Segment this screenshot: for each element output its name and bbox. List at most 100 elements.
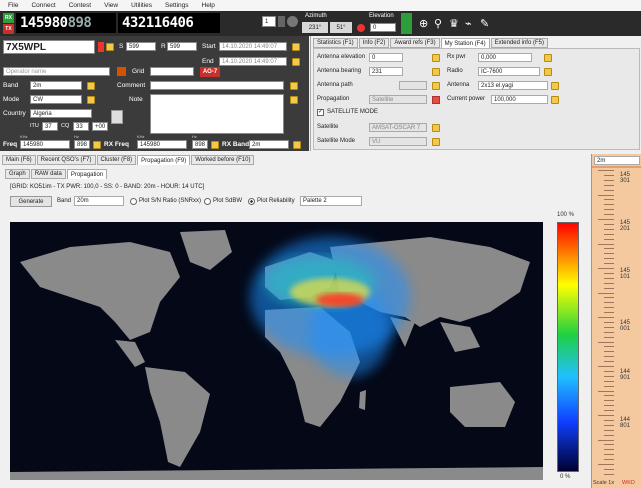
band-select[interactable]: 2m	[30, 81, 82, 90]
menu-contest[interactable]: Contest	[69, 2, 91, 9]
tab-my-station[interactable]: My Station (F4)	[440, 38, 490, 48]
subtab-propagation[interactable]: Propagation	[66, 169, 108, 179]
satellite-label: Satellite	[317, 124, 339, 130]
lock-icon[interactable]	[106, 43, 114, 51]
freq-hz-input[interactable]: 898	[74, 140, 90, 149]
scale-minor-tick	[604, 380, 614, 382]
mode-select[interactable]: CW	[30, 95, 82, 104]
satellite-mode-checkbox[interactable]: ✓	[317, 109, 324, 116]
operator-name-input[interactable]: Operator name	[3, 67, 110, 76]
antenna-path-lock-icon[interactable]	[432, 82, 440, 90]
scale-minor-tick	[598, 243, 614, 245]
satellite-icon[interactable]: ⌁	[465, 17, 472, 30]
scale-band-select[interactable]: 2m	[594, 156, 640, 165]
freq-khz-input[interactable]: 145980	[20, 140, 70, 149]
rst-sent-input[interactable]: 599	[126, 42, 156, 51]
propagation-map[interactable]	[10, 222, 543, 480]
note-lock-icon[interactable]	[290, 96, 298, 104]
antenna-path-select[interactable]	[399, 81, 427, 90]
propagation-select[interactable]: Satellite	[369, 95, 427, 104]
subtab-raw-data[interactable]: RAW data	[30, 169, 66, 179]
band-lock-icon[interactable]	[87, 82, 95, 90]
rst-rcvd-input[interactable]: 599	[167, 42, 197, 51]
channel-spin-buttons[interactable]	[278, 16, 285, 27]
itu-input[interactable]: 37	[42, 122, 58, 131]
current-power-lock-icon[interactable]	[551, 96, 559, 104]
satellite-mode-lock-icon[interactable]	[432, 138, 440, 146]
elevation-input[interactable]: 0	[370, 23, 396, 32]
globe-icon[interactable]: ⊕	[419, 17, 428, 30]
grid-input[interactable]	[150, 67, 194, 76]
generate-button[interactable]: Generate	[10, 196, 52, 207]
current-power-input[interactable]: 100,000	[491, 95, 548, 104]
comment-lock-icon[interactable]	[290, 82, 298, 90]
radio-plot-sdbw[interactable]	[204, 198, 211, 205]
radio-plot-sn[interactable]	[130, 198, 137, 205]
menu-connect[interactable]: Connect	[31, 2, 55, 9]
stop-rotor-icon[interactable]	[357, 24, 365, 32]
antenna-bearing-lock-icon[interactable]	[432, 68, 440, 76]
rx-band-select[interactable]: 2m	[249, 140, 289, 149]
start-lock-icon[interactable]	[292, 43, 300, 51]
antenna-elevation-lock-icon[interactable]	[432, 54, 440, 62]
end-time-input[interactable]: 14.10.2020 14:49:07	[219, 57, 287, 66]
scale-minor-tick	[598, 219, 614, 220]
start-time-input[interactable]: 14.10.2020 14:49:07	[219, 42, 287, 51]
country-select[interactable]: Algeria	[30, 109, 92, 118]
menu-help[interactable]: Help	[202, 2, 215, 9]
satellite-select[interactable]: AMSAT-OSCAR 7	[369, 123, 427, 132]
callsign-input[interactable]: 7X5WPL	[3, 40, 95, 54]
rx-freq-lock-icon[interactable]	[211, 141, 219, 149]
antenna-select[interactable]: 2x13 el.yagi	[478, 81, 548, 90]
tower-icon[interactable]: ⚲	[434, 17, 442, 30]
tools-icon[interactable]: ✎	[480, 17, 489, 30]
radio-plot-reliability[interactable]	[248, 198, 255, 205]
qsl-card-icon[interactable]	[111, 110, 123, 124]
tab-cluster[interactable]: Cluster (F8)	[96, 155, 137, 165]
antenna-bearing-input[interactable]: 231	[369, 67, 403, 76]
track-toggle-button[interactable]	[401, 13, 412, 34]
end-lock-icon[interactable]	[292, 58, 300, 66]
propagation-clear-icon[interactable]	[432, 96, 440, 104]
tab-statistics[interactable]: Statistics (F1)	[313, 38, 358, 48]
rx-freq-hz-input[interactable]: 898	[192, 140, 208, 149]
gear-icon[interactable]	[287, 16, 298, 27]
palette-select[interactable]: Palette 2	[300, 196, 362, 206]
satellite-mode-select[interactable]: VU	[369, 137, 427, 146]
subtab-graph[interactable]: Graph	[5, 169, 30, 179]
mode-lock-icon[interactable]	[87, 96, 95, 104]
radio-lock-icon[interactable]	[544, 68, 552, 76]
rx-freq-khz-input[interactable]: 145980	[137, 140, 187, 149]
tab-info[interactable]: Info (F2)	[358, 38, 390, 48]
qrz-lookup-icon[interactable]	[117, 67, 126, 76]
tab-propagation[interactable]: Propagation (F9)	[137, 155, 191, 165]
current-power-label: Current power	[447, 96, 486, 102]
prop-band-select[interactable]: 20m	[74, 196, 124, 206]
menu-settings[interactable]: Settings	[165, 2, 189, 9]
tab-main[interactable]: Main (F6)	[2, 155, 36, 165]
tx-indicator[interactable]: TX	[3, 24, 14, 34]
utc-offset-input[interactable]: +00	[92, 122, 108, 131]
menu-utilities[interactable]: Utilities	[131, 2, 152, 9]
comment-input[interactable]	[150, 81, 284, 90]
tab-worked-before[interactable]: Worked before (F10)	[191, 155, 255, 165]
rx-band-lock-icon[interactable]	[293, 141, 301, 149]
cq-input[interactable]: 33	[73, 122, 89, 131]
tab-award-refs[interactable]: Award refs (F3)	[390, 38, 440, 48]
azimuth-label: Azimuth	[305, 13, 327, 19]
tab-extended-info[interactable]: Extended info (F5)	[490, 38, 548, 48]
tab-recent-qsos[interactable]: Recent QSO's (F7)	[36, 155, 96, 165]
radio-select[interactable]: IC-7600	[478, 67, 540, 76]
rx-indicator[interactable]: RX	[3, 13, 14, 23]
note-textarea[interactable]	[150, 94, 284, 134]
menu-file[interactable]: File	[8, 2, 18, 9]
antenna-elevation-input[interactable]: 0	[369, 53, 403, 62]
rx-pwr-lock-icon[interactable]	[544, 54, 552, 62]
rx-pwr-input[interactable]: 0,000	[478, 53, 532, 62]
antenna-lock-icon[interactable]	[551, 82, 559, 90]
freq-lock-icon[interactable]	[93, 141, 101, 149]
award-icon[interactable]: ♛	[449, 17, 459, 30]
menu-view[interactable]: View	[104, 2, 118, 9]
satellite-lock-icon[interactable]	[432, 124, 440, 132]
channel-spinbox[interactable]: 1	[262, 16, 276, 27]
